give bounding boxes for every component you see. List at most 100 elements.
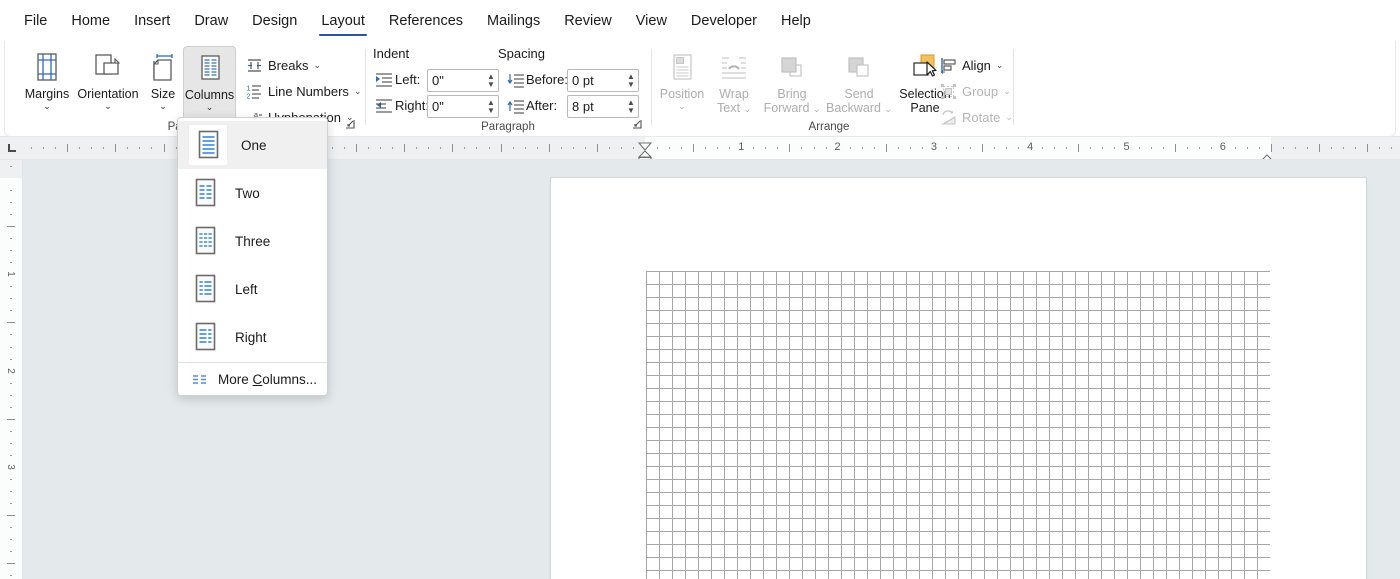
page-setup-dialog-launcher[interactable] (342, 118, 358, 134)
bring-forward-label-line1: Bring (777, 87, 807, 101)
line-numbers-button[interactable]: 1 2 Line Numbers ⌄ (241, 79, 366, 103)
position-button[interactable]: Position ⌄ (655, 46, 709, 132)
menu-item-left[interactable]: Left (178, 265, 327, 313)
ribbon-group-arrange: Position ⌄ Wrap Text ⌄ Bring Forward ⌄ S… (653, 41, 1013, 136)
menu-item-one[interactable]: One (178, 121, 327, 169)
tab-view[interactable]: View (624, 0, 679, 41)
position-icon (668, 51, 696, 85)
group-divider (1013, 49, 1014, 125)
menu-item-right-label: Right (235, 329, 267, 345)
tab-label: View (635, 12, 667, 29)
wrap-text-label: Wrap Text ⌄ (717, 87, 751, 115)
right-indent-marker[interactable] (1260, 150, 1274, 159)
chevron-down-icon: ⌄ (1003, 85, 1011, 96)
vruler-number: 3 (5, 464, 16, 470)
indent-left-stepper[interactable]: ▲ ▼ (484, 70, 498, 91)
indent-left-value: 0" (432, 73, 444, 88)
tab-label: Draw (194, 12, 229, 29)
group-divider (651, 49, 652, 125)
chevron-down-icon: ⌄ (884, 104, 892, 114)
columns-label: Columns (184, 88, 235, 102)
spacing-before-stepper[interactable]: ▲ ▼ (624, 70, 638, 91)
orientation-icon (92, 51, 124, 85)
columns-two-icon (189, 176, 221, 210)
ribbon-tab-bar: File Home Insert Draw Design Layout Refe… (0, 0, 1400, 41)
tab-home[interactable]: Home (59, 0, 122, 41)
word-window: File Home Insert Draw Design Layout Refe… (0, 0, 1400, 579)
wrap-text-button[interactable]: Wrap Text ⌄ (710, 46, 758, 132)
indent-left-input[interactable]: 0" ▲ ▼ (427, 69, 499, 92)
spacing-after-label: After: (526, 98, 558, 113)
vertical-ruler[interactable]: 1 2 3 (0, 137, 23, 579)
breaks-button[interactable]: Breaks ⌄ (241, 53, 326, 77)
chevron-down-icon: ⌄ (743, 104, 751, 114)
left-indent-marker[interactable] (638, 152, 652, 159)
menu-item-three-label: Three (235, 233, 271, 249)
line-numbers-icon: 1 2 (244, 83, 264, 100)
ruler-number: 4 (1027, 141, 1034, 153)
tab-layout[interactable]: Layout (309, 0, 377, 41)
tab-stop-selector[interactable] (0, 137, 23, 160)
indent-right-value: 0" (432, 99, 444, 114)
indent-right-stepper[interactable]: ▲ ▼ (484, 96, 498, 117)
spacing-after-input[interactable]: 8 pt ▲ ▼ (567, 95, 639, 118)
menu-item-left-label: Left (235, 281, 258, 297)
more-columns-accel: C (252, 371, 263, 387)
tab-label: References (388, 12, 464, 29)
spacing-before-icon (507, 71, 525, 89)
spacing-after-stepper[interactable]: ▲ ▼ (624, 96, 638, 117)
orientation-label: Orientation (77, 87, 139, 101)
group-button[interactable]: Group ⌄ (935, 79, 1016, 103)
bring-forward-label-line2: Forward (763, 101, 810, 115)
tab-mailings[interactable]: Mailings (475, 0, 552, 41)
spacing-before-label: Before: (526, 72, 568, 87)
chevron-down-icon: ⌄ (678, 101, 686, 111)
spacing-after-value: 8 pt (572, 99, 594, 114)
columns-right-icon (189, 320, 221, 354)
orientation-button[interactable]: Orientation ⌄ (75, 46, 141, 132)
tab-help[interactable]: Help (769, 0, 823, 41)
menu-item-more-columns[interactable]: More Columns... (178, 363, 327, 395)
document-grid-table[interactable] (646, 271, 1270, 579)
tab-file[interactable]: File (12, 0, 59, 41)
tab-draw[interactable]: Draw (182, 0, 240, 41)
tab-developer[interactable]: Developer (679, 0, 769, 41)
tab-label: Help (781, 12, 811, 29)
ruler-number: 3 (930, 141, 937, 153)
align-button[interactable]: Align ⌄ (935, 53, 1008, 77)
indent-right-input[interactable]: 0" ▲ ▼ (427, 95, 499, 118)
menu-item-two[interactable]: Two (178, 169, 327, 217)
send-backward-label-line1: Send (844, 87, 874, 101)
tab-label: Layout (321, 12, 365, 29)
vruler-number: 1 (5, 271, 16, 278)
size-icon (148, 51, 178, 85)
send-backward-button[interactable]: Send Backward ⌄ (825, 46, 893, 132)
ruler-number: 5 (1123, 141, 1130, 153)
bring-forward-button[interactable]: Bring Forward ⌄ (760, 46, 824, 132)
bring-forward-label: Bring Forward ⌄ (764, 87, 821, 115)
menu-item-one-label: One (241, 137, 267, 153)
group-icon (938, 83, 958, 100)
tab-label: Review (564, 12, 612, 29)
margins-button[interactable]: Margins ⌄ (16, 46, 78, 132)
tab-insert[interactable]: Insert (122, 0, 182, 41)
paragraph-dialog-launcher[interactable] (629, 118, 645, 134)
tab-references[interactable]: References (377, 0, 475, 41)
margins-icon (32, 51, 62, 85)
ribbon-group-paragraph: Indent Spacing Left: 0" ▲ ▼ Right: 0" ▲ … (367, 41, 649, 136)
arrange-group-label: Arrange (808, 121, 850, 133)
tab-review[interactable]: Review (552, 0, 624, 41)
chevron-down-icon: ⌄ (1005, 111, 1013, 122)
menu-item-right[interactable]: Right (178, 313, 327, 361)
tab-label: Mailings (487, 12, 541, 29)
spacing-header: Spacing (498, 46, 545, 61)
tab-design[interactable]: Design (240, 0, 309, 41)
send-backward-label-line2: Backward (826, 101, 881, 115)
svg-text:1: 1 (246, 85, 250, 92)
chevron-down-icon: ⌄ (353, 85, 362, 96)
align-label: Align (962, 57, 991, 73)
spacing-before-input[interactable]: 0 pt ▲ ▼ (567, 69, 639, 92)
ruler-number: 2 (834, 141, 841, 153)
menu-item-three[interactable]: Three (178, 217, 327, 265)
indent-right-icon (375, 97, 393, 115)
